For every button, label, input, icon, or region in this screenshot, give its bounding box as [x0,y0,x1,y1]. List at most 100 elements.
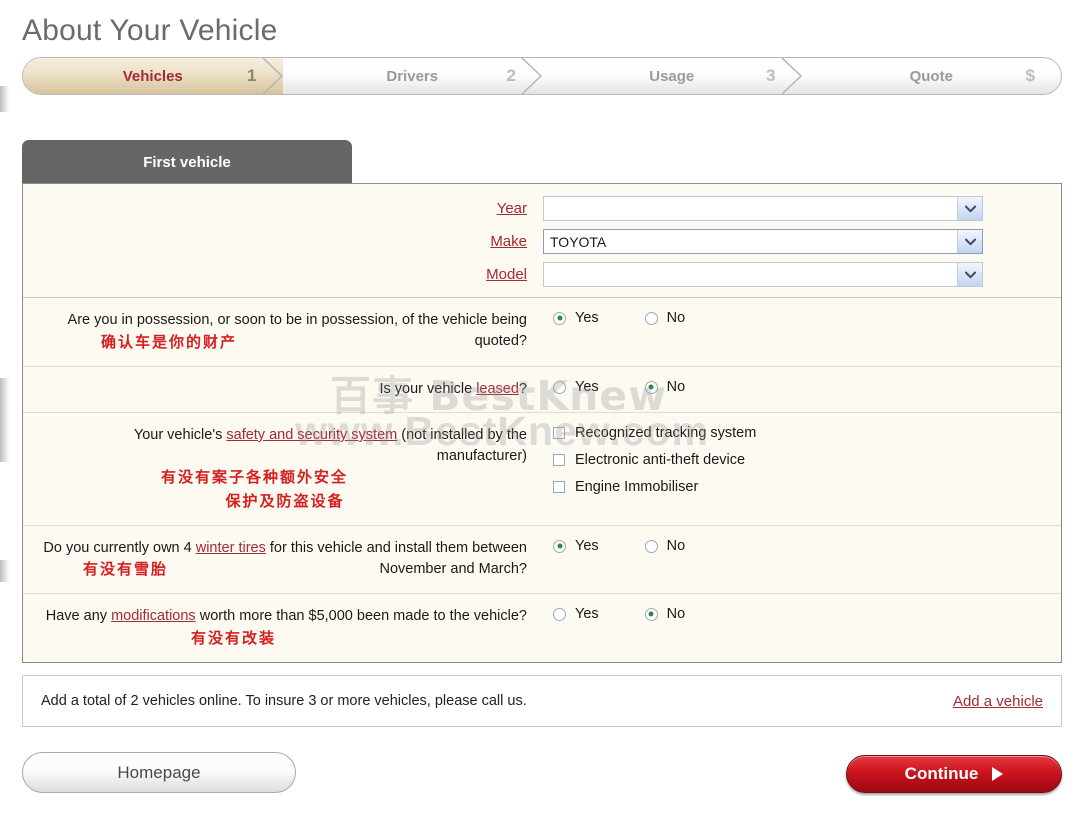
question-text-before: Is your vehicle [379,381,477,397]
question-controls: Yes No [543,594,1061,634]
checkbox-icon[interactable] [553,427,565,439]
radio-option-label[interactable]: Yes [575,606,599,622]
progress-step-label: Usage [649,67,695,85]
radio-button-icon[interactable] [553,380,566,394]
radio-option-label[interactable]: No [667,606,686,622]
checkbox-option-label[interactable]: Engine Immobiliser [575,479,698,495]
radio-group: Yes No [553,310,1061,326]
year-select[interactable] [543,196,983,221]
question-row: Your vehicle's safety and security syste… [23,413,1061,526]
model-select-wrapper [543,262,983,287]
progress-step-usage[interactable]: Usage 3 [542,58,802,94]
first-vehicle-tab-label: First vehicle [143,153,231,171]
select-row-model: Model [23,262,1061,287]
progress-step-drivers[interactable]: Drivers 2 [283,58,543,94]
progress-step-vehicles[interactable]: Vehicles 1 [23,58,283,94]
radio-option-yes[interactable]: Yes [553,379,599,395]
question-controls: Recognized tracking system Electronic ant… [543,413,1061,507]
question-statement: Is your vehicle leased? [43,379,527,400]
question-inline-link[interactable]: safety and security system [226,427,397,443]
checkbox-option-label[interactable]: Recognized tracking system [575,425,756,441]
add-vehicle-bar: Add a total of 2 vehicles online. To ins… [22,675,1062,727]
question-text: Do you currently own 4 winter tires for … [23,526,543,593]
vehicle-form-panel: Year Make Model Are you in possession, or … [22,183,1062,663]
radio-button-icon[interactable] [553,607,566,621]
question-inline-link[interactable]: leased [476,381,519,397]
radio-button-icon[interactable] [553,539,566,553]
homepage-button-label: Homepage [117,762,201,782]
question-text: Are you in possession, or soon to be in … [23,298,543,366]
add-vehicle-info-text: Add a total of 2 vehicles online. To ins… [41,693,527,709]
chevron-right-icon [781,58,803,94]
progress-step-bar: Vehicles 1 Drivers 2 Usage 3 Quote $ [22,57,1062,95]
radio-button-icon[interactable] [644,607,658,621]
chinese-annotation: 有没有改装 [191,629,277,647]
progress-step-number: 1 [247,66,257,85]
radio-option-label[interactable]: No [667,310,686,326]
progress-step-number: 3 [766,66,776,85]
homepage-button[interactable]: Homepage [22,752,296,793]
radio-group: Yes No [553,606,1061,622]
first-vehicle-tab-header[interactable]: First vehicle [22,140,352,184]
radio-option-label[interactable]: Yes [575,310,599,326]
radio-option-label[interactable]: No [667,538,686,554]
checkbox-option-label[interactable]: Electronic anti-theft device [575,452,745,468]
question-statement: Have any modifications worth more than $… [43,606,527,627]
checkbox-option[interactable]: Recognized tracking system [553,425,1061,441]
radio-option-label[interactable]: Yes [575,538,599,554]
left-edge-artifact-top [0,86,10,112]
select-row-make: Make [23,229,1061,254]
progress-step-quote[interactable]: Quote $ [802,58,1062,94]
question-text: Have any modifications worth more than $… [23,594,543,662]
question-text: Your vehicle's safety and security syste… [23,413,543,525]
continue-button[interactable]: Continue [846,755,1062,793]
question-text-before: Do you currently own 4 [43,540,196,556]
make-label-link[interactable]: Make [23,233,543,250]
question-text-before: Have any [45,608,112,624]
question-text-after: (not installed by the manufacturer) [397,427,527,464]
model-select[interactable] [543,262,983,287]
progress-step-number: $ [1025,66,1035,85]
select-row-year: Year [23,196,1061,221]
question-statement: Your vehicle's safety and security syste… [43,425,527,467]
question-row: Are you in possession, or soon to be in … [23,298,1061,367]
radio-button-icon[interactable] [553,311,566,325]
radio-option-yes[interactable]: Yes [553,606,599,622]
make-select[interactable] [543,229,983,254]
question-row: Is your vehicle leased? Yes No [23,367,1061,413]
radio-option-no[interactable]: No [644,538,686,554]
year-label-link[interactable]: Year [23,200,543,217]
question-inline-link[interactable]: modifications [111,608,196,624]
progress-step-label: Drivers [386,67,439,85]
question-row: Have any modifications worth more than $… [23,594,1061,662]
question-inline-link[interactable]: winter tires [196,540,266,556]
radio-option-yes[interactable]: Yes [553,310,599,326]
radio-option-no[interactable]: No [644,310,686,326]
question-text-after: worth more than $5,000 been made to the … [195,608,527,624]
radio-button-icon[interactable] [644,539,658,553]
radio-button-icon[interactable] [644,311,658,325]
checkbox-icon[interactable] [553,481,565,493]
progress-step-label: Vehicles [122,67,183,85]
page-title: About Your Vehicle [22,14,278,47]
radio-option-no[interactable]: No [644,379,686,395]
radio-option-label[interactable]: Yes [575,379,599,395]
checkbox-icon[interactable] [553,454,565,466]
left-edge-artifact-mid [0,378,10,462]
add-a-vehicle-link[interactable]: Add a vehicle [953,693,1043,710]
radio-option-yes[interactable]: Yes [553,538,599,554]
question-row: Do you currently own 4 winter tires for … [23,526,1061,594]
continue-button-label: Continue [904,764,979,783]
question-controls: Yes No [543,526,1061,566]
chevron-right-icon [262,58,284,94]
vehicle-select-row: Year Make Model [23,184,1061,298]
chinese-annotation: 确认车是你的财产 [101,333,238,351]
checkbox-option[interactable]: Electronic anti-theft device [553,452,1061,468]
radio-option-no[interactable]: No [644,606,686,622]
radio-button-icon[interactable] [644,380,658,394]
model-label-link[interactable]: Model [23,266,543,283]
checkbox-option[interactable]: Engine Immobiliser [553,479,1061,495]
progress-step-label: Quote [909,67,953,85]
radio-option-label[interactable]: No [667,379,686,395]
question-text-after: ? [518,381,527,397]
